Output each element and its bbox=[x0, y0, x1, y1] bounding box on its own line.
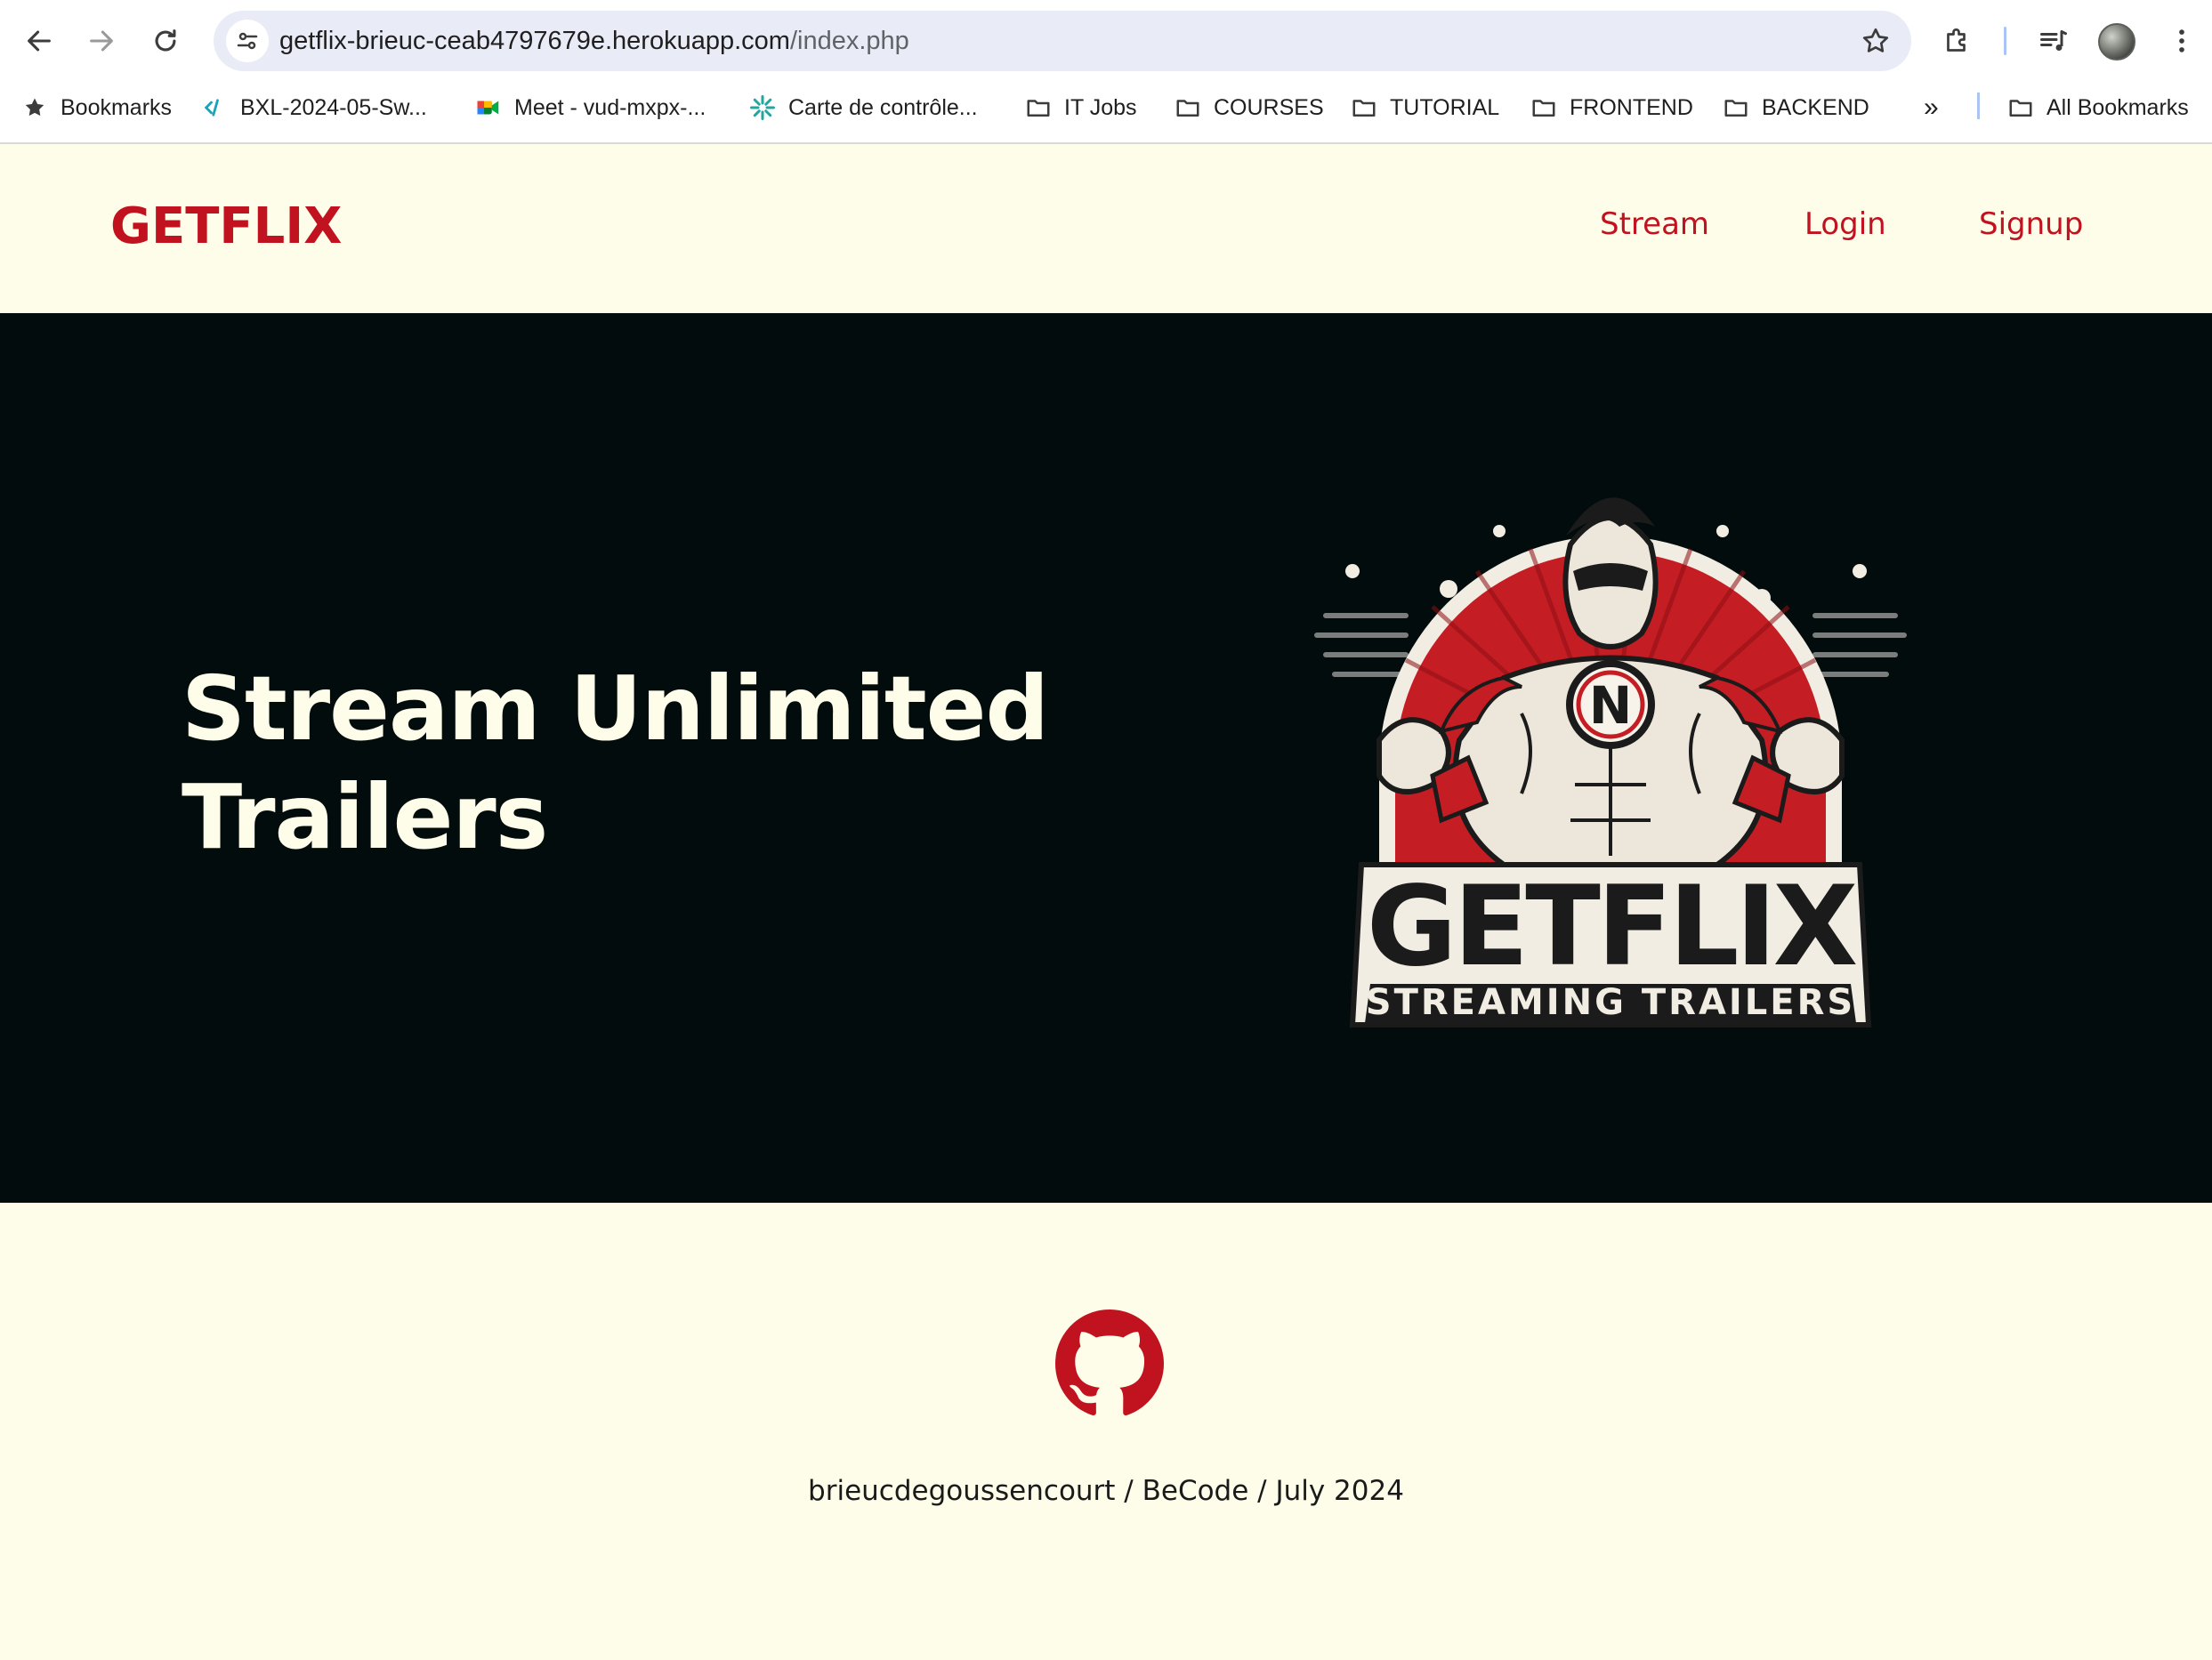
media-control-icon bbox=[2040, 30, 2067, 51]
kebab-menu-icon bbox=[2179, 29, 2184, 52]
folder-icon bbox=[1530, 94, 1557, 121]
bookmark-folder-it-jobs[interactable]: IT Jobs bbox=[1025, 91, 1137, 125]
media-control-button[interactable] bbox=[2032, 20, 2075, 62]
footer-credit: brieucdegoussencourt / BeCode / July 202… bbox=[808, 1475, 1404, 1507]
url-path: /index.php bbox=[789, 27, 909, 55]
chevron-double-right-icon: » bbox=[1924, 93, 1939, 122]
site-footer: brieucdegoussencourt / BeCode / July 202… bbox=[0, 1203, 2212, 1660]
forward-arrow-icon bbox=[90, 30, 113, 52]
bookmark-label: All Bookmarks bbox=[2047, 94, 2189, 120]
hero-title: Stream Unlimited Trailers bbox=[182, 655, 1071, 872]
bookmark-folder-backend[interactable]: BACKEND bbox=[1723, 91, 1869, 125]
logo-tagline: STREAMING TRAILERS bbox=[1366, 982, 1855, 1023]
bookmarks-divider bbox=[1977, 93, 1980, 119]
logo-badge-letter: N bbox=[1589, 675, 1633, 736]
bookmark-bxl[interactable]: BXL-2024-05-Sw... bbox=[201, 91, 427, 125]
browser-menu-button[interactable] bbox=[2160, 20, 2203, 62]
bookmark-label: BACKEND bbox=[1762, 94, 1869, 120]
forward-button[interactable] bbox=[78, 18, 125, 64]
bookmark-label: COURSES bbox=[1214, 94, 1324, 120]
hero-title-line-2: Trailers bbox=[182, 765, 548, 869]
folder-icon bbox=[1351, 94, 1377, 121]
bookmark-folder-frontend[interactable]: FRONTEND bbox=[1530, 91, 1693, 125]
site-info-button[interactable] bbox=[226, 20, 269, 62]
folder-icon bbox=[1025, 94, 1052, 121]
back-arrow-icon bbox=[28, 30, 51, 52]
bookmark-meet[interactable]: Meet - vud-mxpx-... bbox=[475, 91, 706, 125]
bookmark-folder-courses[interactable]: COURSES bbox=[1175, 91, 1324, 125]
bookmark-label: BXL-2024-05-Sw... bbox=[240, 94, 427, 120]
site-header: GETFLIX Stream Login Signup bbox=[0, 144, 2212, 313]
hero-title-line-1: Stream Unlimited bbox=[182, 657, 1049, 761]
code-icon bbox=[201, 94, 228, 121]
back-button[interactable] bbox=[16, 18, 62, 64]
bookmark-label: Meet - vud-mxpx-... bbox=[514, 94, 706, 120]
folder-icon bbox=[1723, 94, 1749, 121]
folder-icon bbox=[1175, 94, 1201, 121]
all-bookmarks-folder[interactable]: All Bookmarks bbox=[2007, 91, 2189, 125]
bookmark-label: TUTORIAL bbox=[1390, 94, 1500, 120]
nav-link-stream[interactable]: Stream bbox=[1600, 206, 1709, 242]
spark-icon bbox=[749, 94, 776, 121]
toolbar-divider bbox=[2004, 27, 2006, 55]
meet-icon bbox=[475, 94, 502, 121]
star-icon[interactable] bbox=[1860, 25, 1892, 57]
getflix-logo-image: N GETFLIX STREAMING TRAILERS bbox=[1299, 447, 1922, 1052]
extensions-button[interactable] bbox=[1936, 20, 1979, 62]
github-link[interactable] bbox=[1055, 1309, 1164, 1418]
github-icon bbox=[1055, 1309, 1164, 1415]
reload-button[interactable] bbox=[142, 18, 189, 64]
nav-link-login[interactable]: Login bbox=[1804, 206, 1886, 242]
folder-icon bbox=[2007, 94, 2034, 121]
reload-icon bbox=[155, 29, 176, 52]
bookmarks-bar: Bookmarks BXL-2024-05-Sw... Meet - vud-m… bbox=[0, 82, 2212, 132]
bookmark-carte[interactable]: Carte de contrôle... bbox=[749, 91, 978, 125]
star-icon bbox=[21, 94, 48, 121]
bookmarks-overflow-button[interactable]: » bbox=[1924, 91, 1939, 125]
url-text[interactable]: getflix-brieuc-ceab4797679e.herokuapp.co… bbox=[279, 27, 909, 56]
logo-wordmark: GETFLIX bbox=[1367, 863, 1857, 991]
tune-icon bbox=[237, 32, 258, 50]
brand-logo-text[interactable]: GETFLIX bbox=[110, 197, 342, 255]
address-bar[interactable]: getflix-brieuc-ceab4797679e.herokuapp.co… bbox=[214, 11, 1911, 71]
browser-chrome: getflix-brieuc-ceab4797679e.herokuapp.co… bbox=[0, 0, 2212, 144]
bookmark-bookmarks[interactable]: Bookmarks bbox=[21, 91, 172, 125]
nav-link-signup[interactable]: Signup bbox=[1979, 206, 2083, 242]
bookmark-label: IT Jobs bbox=[1064, 94, 1137, 120]
bookmark-label: Carte de contrôle... bbox=[788, 94, 978, 120]
puzzle-icon bbox=[1947, 28, 1966, 52]
bookmark-label: FRONTEND bbox=[1570, 94, 1693, 120]
browser-toolbar: getflix-brieuc-ceab4797679e.herokuapp.co… bbox=[0, 0, 2212, 82]
bookmark-label: Bookmarks bbox=[61, 94, 173, 120]
hero-section: Stream Unlimited Trailers N GETFLIX STRE… bbox=[0, 313, 2212, 1203]
profile-avatar[interactable] bbox=[2098, 23, 2135, 60]
superhero-logo-icon: N GETFLIX STREAMING TRAILERS bbox=[1314, 497, 1907, 1027]
url-host: getflix-brieuc-ceab4797679e.herokuapp.co… bbox=[279, 27, 790, 55]
bookmark-folder-tutorial[interactable]: TUTORIAL bbox=[1351, 91, 1499, 125]
